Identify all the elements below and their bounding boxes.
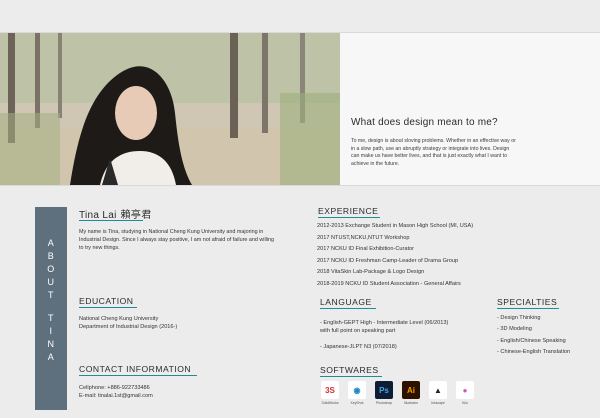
sidebar-letter: I (49, 326, 53, 336)
experience-title: EXPERIENCE (318, 206, 379, 216)
software-label: KeyShot (350, 401, 364, 405)
list-item: - Chinese-English Translation (497, 349, 571, 355)
software-item: ▲ Inkscape (427, 381, 449, 405)
software-icons-row: 3S SolidWorks ◉ KeyShot Ps Photoshop Ai … (319, 381, 499, 411)
portrait-photo (0, 33, 340, 185)
sidebar-letter: B (47, 251, 55, 261)
inkscape-icon: ▲ (429, 381, 447, 399)
list-item: - English/Chinese Speaking (497, 338, 566, 344)
illustrator-icon: Ai (402, 381, 420, 399)
list-item: 2017 NCKU ID Final Exhibition-Curator (317, 246, 414, 252)
softwares-title: SOFTWARES (320, 365, 379, 375)
photoshop-icon: Ps (375, 381, 393, 399)
experience-underline (318, 217, 380, 218)
list-item: 2018 VitaSkin Lab-Package & Logo Design (317, 269, 425, 275)
software-label: Illustrator (404, 401, 418, 405)
list-item: 2017 NTUST,NCKU,NTUT Workshop (317, 234, 410, 241)
list-item: 2012-2013 Exchange Student in Mason High… (317, 223, 474, 229)
sidebar-letter: T (48, 290, 54, 300)
sidebar-letter: O (47, 264, 55, 274)
education-school: National Cheng Kung University (79, 316, 159, 322)
contact-email: E-mail: tinalai.1st@gmail.com (79, 393, 153, 399)
design-question-title: What does design mean to me? (351, 117, 498, 128)
sidebar-word-tina: T I N A (35, 312, 67, 364)
language-underline (320, 308, 376, 309)
list-item: - English-GEPT High - Intermediate Level… (320, 320, 449, 326)
software-label: SolidWorks (321, 401, 339, 405)
softwares-underline (320, 376, 382, 377)
contact-phone: Cellphone: +886-922733486 (79, 385, 150, 391)
education-title: EDUCATION (79, 296, 134, 306)
sidebar-letter: N (47, 339, 55, 349)
software-item: Ps Photoshop (373, 381, 395, 405)
specialties-underline (497, 308, 559, 309)
education-department: Department of Industrial Design (2016-) (79, 324, 178, 330)
software-item: 3S SolidWorks (319, 381, 341, 405)
name-underline (79, 220, 143, 221)
list-item: - 3D Modeling (497, 326, 532, 332)
sidebar-word-about: A B O U T (35, 237, 67, 302)
sidebar-letter: A (47, 238, 55, 248)
specialties-title: SPECIALTIES (497, 297, 558, 307)
software-item: ◉ KeyShot (346, 381, 368, 405)
list-item: with full point on speaking part (320, 328, 396, 334)
software-label: Inkscape (431, 401, 445, 405)
list-item: - Design Thinking (497, 315, 541, 321)
list-item: - Japanese-JLPT N3 (07/2018) (320, 344, 397, 350)
design-question-body: To me, design is about sloving problems.… (351, 138, 516, 167)
kilo-icon: ● (456, 381, 474, 399)
software-item: Ai Illustrator (400, 381, 422, 405)
sidebar-letter: T (48, 313, 54, 323)
header-card: What does design mean to me? To me, desi… (0, 32, 600, 186)
about-tina-sidebar: A B O U T T I N A (35, 207, 67, 410)
experience-list: 2012-2013 Exchange Student in Mason High… (317, 221, 473, 290)
software-label: Kilo (462, 401, 468, 405)
sidebar-letter: A (47, 352, 55, 362)
contact-underline (79, 375, 197, 376)
software-label: Photoshop (375, 401, 393, 405)
keyshot-icon: ◉ (348, 381, 366, 399)
education-underline (79, 307, 137, 308)
sidebar-letter: U (47, 277, 55, 287)
profile-bio: My name is Tina, studying in National Ch… (79, 229, 275, 251)
solidworks-icon: 3S (321, 381, 339, 399)
contact-title: CONTACT INFORMATION (79, 364, 192, 374)
list-item: 2018-2019 NCKU ID Student Association - … (317, 280, 461, 287)
software-item: ● Kilo (454, 381, 476, 405)
language-title: LANGUAGE (320, 297, 372, 307)
profile-name: Tina Lai 賴亭君 (79, 206, 152, 221)
list-item: 2017 NCKU ID Freshman Camp-Leader of Dra… (317, 257, 459, 264)
